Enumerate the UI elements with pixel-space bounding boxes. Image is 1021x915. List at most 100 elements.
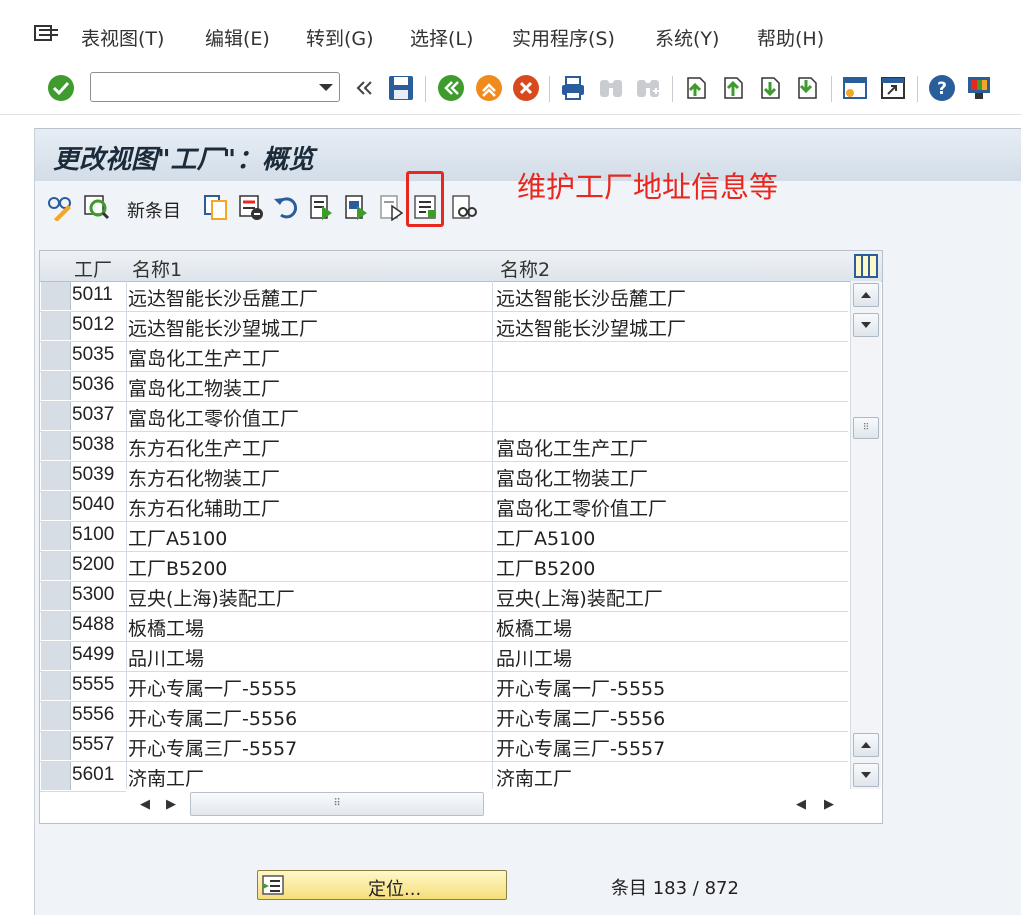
menu-utilities[interactable]: 实用程序(S) — [512, 24, 615, 51]
previous-page-icon[interactable] — [718, 73, 748, 103]
save-icon[interactable] — [386, 73, 416, 103]
cell-plant[interactable]: 5037 — [72, 404, 124, 426]
cell-plant[interactable]: 5601 — [72, 764, 124, 786]
scroll-down-button[interactable] — [853, 313, 879, 337]
cell-name1[interactable]: 工厂B5200 — [128, 554, 488, 581]
cell-name1[interactable]: 豆央(上海)装配工厂 — [128, 584, 488, 611]
cell-name2[interactable]: 开心专属三厂-5557 — [496, 734, 846, 761]
first-page-icon[interactable] — [681, 73, 711, 103]
row-selector[interactable] — [41, 762, 71, 790]
row-selector[interactable] — [41, 312, 71, 340]
row-selector[interactable] — [41, 582, 71, 610]
table-row[interactable]: 5300 豆央(上海)装配工厂 豆央(上海)装配工厂 — [40, 581, 848, 612]
delete-icon[interactable] — [236, 192, 266, 222]
table-row[interactable]: 5011 远达智能长沙岳麓工厂 远达智能长沙岳麓工厂 — [40, 281, 848, 312]
table-row[interactable]: 5037 富岛化工零价值工厂 — [40, 401, 848, 432]
menu-table-view[interactable]: 表视图(T) — [81, 24, 164, 51]
print-preview-icon[interactable] — [449, 192, 479, 222]
menu-goto[interactable]: 转到(G) — [306, 24, 374, 51]
row-selector[interactable] — [41, 372, 71, 400]
table-row[interactable]: 5601 济南工厂 济南工厂 — [40, 761, 848, 792]
cell-plant[interactable]: 5556 — [72, 704, 124, 726]
cell-name1[interactable]: 富岛化工物装工厂 — [128, 374, 488, 401]
cell-name1[interactable]: 东方石化物装工厂 — [128, 464, 488, 491]
back-double-chevron-icon[interactable] — [349, 73, 379, 103]
cell-plant[interactable]: 5555 — [72, 674, 124, 696]
back-icon[interactable] — [436, 73, 466, 103]
last-page-icon[interactable] — [792, 73, 822, 103]
cell-plant[interactable]: 5011 — [72, 284, 124, 306]
cell-plant[interactable]: 5012 — [72, 314, 124, 336]
cell-name1[interactable]: 品川工場 — [128, 644, 488, 671]
command-input[interactable] — [97, 74, 311, 102]
scroll-thumb[interactable]: ⠿ — [853, 417, 879, 439]
cell-plant[interactable]: 5200 — [72, 554, 124, 576]
menu-selection[interactable]: 选择(L) — [410, 24, 473, 51]
column-settings-icon[interactable] — [854, 254, 878, 278]
cell-name1[interactable]: 开心专属一厂-5555 — [128, 674, 488, 701]
page-down-button[interactable] — [853, 763, 879, 787]
next-page-icon[interactable] — [755, 73, 785, 103]
row-selector[interactable] — [41, 462, 71, 490]
table-row[interactable]: 5555 开心专属一厂-5555 开心专属一厂-5555 — [40, 671, 848, 702]
undo-change-icon[interactable] — [271, 192, 301, 222]
cell-name1[interactable]: 富岛化工生产工厂 — [128, 344, 488, 371]
select-all-icon[interactable] — [307, 192, 337, 222]
scroll-right-end-icon[interactable]: ▶ — [824, 797, 834, 812]
print-icon[interactable] — [558, 73, 588, 103]
row-selector[interactable] — [41, 612, 71, 640]
menu-edit[interactable]: 编辑(E) — [205, 24, 270, 51]
row-selector[interactable] — [41, 432, 71, 460]
cell-name2[interactable]: 开心专属二厂-5556 — [496, 704, 846, 731]
scroll-left-end-icon[interactable]: ◀ — [796, 797, 806, 812]
column-header-name1[interactable]: 名称1 — [132, 255, 182, 282]
table-row[interactable]: 5557 开心专属三厂-5557 开心专属三厂-5557 — [40, 731, 848, 762]
table-row[interactable]: 5100 工厂A5100 工厂A5100 — [40, 521, 848, 552]
help-icon[interactable]: ? — [927, 73, 957, 103]
cell-name1[interactable]: 东方石化辅助工厂 — [128, 494, 488, 521]
cell-name1[interactable]: 工厂A5100 — [128, 524, 488, 551]
cell-name1[interactable]: 远达智能长沙岳麓工厂 — [128, 284, 488, 311]
menu-toggle-icon[interactable] — [34, 24, 62, 46]
layout-menu-icon[interactable] — [964, 73, 994, 103]
scroll-right-icon[interactable]: ▶ — [166, 797, 176, 812]
cell-name1[interactable]: 东方石化生产工厂 — [128, 434, 488, 461]
shortcut-icon[interactable] — [878, 73, 908, 103]
page-up-button[interactable] — [853, 733, 879, 757]
cell-name2[interactable]: 济南工厂 — [496, 764, 846, 791]
cell-name2[interactable]: 远达智能长沙岳麓工厂 — [496, 284, 846, 311]
row-selector[interactable] — [41, 552, 71, 580]
cell-name2[interactable]: 豆央(上海)装配工厂 — [496, 584, 846, 611]
table-row[interactable]: 5200 工厂B5200 工厂B5200 — [40, 551, 848, 582]
cell-name2[interactable]: 开心专属一厂-5555 — [496, 674, 846, 701]
scroll-left-icon[interactable]: ◀ — [140, 797, 150, 812]
cell-name2[interactable]: 工厂A5100 — [496, 524, 846, 551]
menu-help[interactable]: 帮助(H) — [757, 24, 824, 51]
cell-name1[interactable]: 开心专属三厂-5557 — [128, 734, 488, 761]
column-header-name2[interactable]: 名称2 — [500, 255, 550, 282]
chevron-down-icon[interactable] — [319, 84, 333, 91]
cell-plant[interactable]: 5557 — [72, 734, 124, 756]
cell-name2[interactable]: 富岛化工零价值工厂 — [496, 494, 846, 521]
command-field[interactable] — [90, 72, 340, 102]
cell-name1[interactable]: 济南工厂 — [128, 764, 488, 791]
cell-name2[interactable]: 板橋工場 — [496, 614, 846, 641]
horizontal-scrollbar[interactable]: ◀ ▶ ⠿ ◀ ▶ — [126, 789, 850, 819]
table-row[interactable]: 5488 板橋工場 板橋工場 — [40, 611, 848, 642]
table-row[interactable]: 5036 富岛化工物装工厂 — [40, 371, 848, 402]
table-row[interactable]: 5035 富岛化工生产工厂 — [40, 341, 848, 372]
column-header-plant[interactable]: 工厂 — [74, 255, 112, 282]
enter-icon[interactable] — [46, 73, 76, 103]
new-entries-button[interactable]: 新条目 — [127, 197, 181, 223]
table-row[interactable]: 5012 远达智能长沙望城工厂 远达智能长沙望城工厂 — [40, 311, 848, 342]
row-selector[interactable] — [41, 672, 71, 700]
field-details-icon[interactable] — [81, 192, 111, 222]
row-selector[interactable] — [41, 342, 71, 370]
table-row[interactable]: 5038 东方石化生产工厂 富岛化工生产工厂 — [40, 431, 848, 462]
row-selector[interactable] — [41, 282, 71, 310]
row-selector[interactable] — [41, 642, 71, 670]
cell-plant[interactable]: 5488 — [72, 614, 124, 636]
create-session-icon[interactable] — [840, 73, 870, 103]
table-row[interactable]: 5499 品川工場 品川工場 — [40, 641, 848, 672]
scroll-up-button[interactable] — [853, 283, 879, 307]
